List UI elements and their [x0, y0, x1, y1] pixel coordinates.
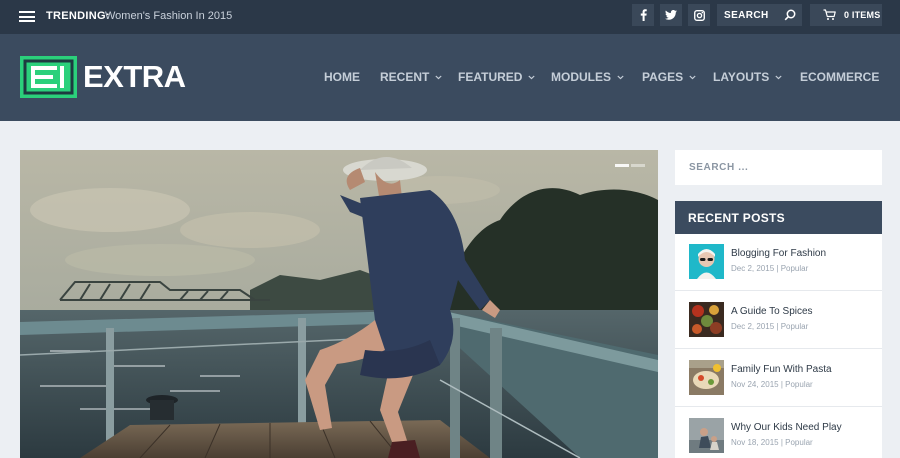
cart-label: 0 ITEMS [844, 10, 881, 20]
site-header: EXTRA HOME RECENT FEATURED MODULES PAGES… [0, 34, 900, 121]
nav-ecommerce[interactable]: ECOMMERCE [800, 70, 879, 84]
meta-separator: | [780, 380, 783, 389]
post-category[interactable]: Popular [785, 380, 813, 389]
chevron-down-icon [775, 75, 782, 79]
nav-pages[interactable]: PAGES [642, 70, 696, 84]
nav-label: PAGES [642, 70, 684, 84]
logo-mark-icon [20, 56, 77, 98]
nav-label: FEATURED [458, 70, 523, 84]
slider-pagination [615, 164, 645, 167]
post-title[interactable]: A Guide To Spices [731, 306, 813, 317]
post-title[interactable]: Why Our Kids Need Play [731, 422, 842, 433]
nav-label: LAYOUTS [713, 70, 770, 84]
post-thumbnail[interactable] [689, 418, 724, 453]
nav-label: ECOMMERCE [800, 70, 880, 84]
post-meta: Nov 18, 2015 | Popular [731, 438, 813, 447]
post-date: Dec 2, 2015 [731, 322, 775, 331]
featured-slider[interactable] [20, 150, 658, 458]
post-title[interactable]: Family Fun With Pasta [731, 364, 832, 375]
post-category[interactable]: Popular [781, 264, 809, 273]
trending-link[interactable]: Women's Fashion In 2015 [105, 10, 232, 22]
instagram-icon[interactable] [688, 4, 710, 26]
trending-label: TRENDING: [46, 10, 110, 22]
menu-icon[interactable] [19, 11, 35, 22]
sidebar-search-input[interactable] [675, 150, 882, 185]
recent-post-item: Why Our Kids Need Play Nov 18, 2015 | Po… [675, 408, 882, 458]
search-icon[interactable] [784, 9, 796, 21]
nav-modules[interactable]: MODULES [551, 70, 624, 84]
facebook-icon[interactable] [632, 4, 654, 26]
post-date: Nov 18, 2015 [731, 438, 779, 447]
chevron-down-icon [435, 75, 442, 79]
meta-separator: | [776, 264, 779, 273]
nav-label: HOME [324, 70, 360, 84]
logo-text: EXTRA [83, 59, 186, 94]
nav-featured[interactable]: FEATURED [458, 70, 536, 84]
featured-post-image[interactable] [20, 150, 658, 458]
nav-recent[interactable]: RECENT [380, 70, 442, 84]
cart-icon [823, 9, 836, 20]
post-meta: Dec 2, 2015 | Popular [731, 322, 808, 331]
post-category[interactable]: Popular [785, 438, 813, 447]
top-bar: TRENDING: Women's Fashion In 2015 0 ITEM… [0, 0, 900, 34]
nav-label: RECENT [380, 70, 430, 84]
twitter-icon[interactable] [660, 4, 682, 26]
meta-separator: | [776, 322, 779, 331]
post-category[interactable]: Popular [781, 322, 809, 331]
post-meta: Nov 24, 2015 | Popular [731, 380, 813, 389]
recent-post-item: A Guide To Spices Dec 2, 2015 | Popular [675, 292, 882, 349]
post-thumbnail[interactable] [689, 302, 724, 337]
post-meta: Dec 2, 2015 | Popular [731, 264, 808, 273]
site-logo[interactable]: EXTRA [20, 56, 186, 98]
recent-posts-widget: RECENT POSTS Blogging For Fashion Dec 2,… [675, 201, 882, 458]
post-thumbnail[interactable] [689, 360, 724, 395]
post-date: Dec 2, 2015 [731, 264, 775, 273]
slider-dot-active[interactable] [615, 164, 629, 167]
top-search-input[interactable] [717, 4, 783, 26]
recent-post-item: Family Fun With Pasta Nov 24, 2015 | Pop… [675, 350, 882, 407]
recent-posts-title: RECENT POSTS [675, 201, 882, 234]
recent-post-item: Blogging For Fashion Dec 2, 2015 | Popul… [675, 234, 882, 291]
cart-button[interactable]: 0 ITEMS [810, 4, 882, 26]
nav-home[interactable]: HOME [324, 70, 360, 84]
slider-dot[interactable] [631, 164, 645, 167]
chevron-down-icon [689, 75, 696, 79]
post-title[interactable]: Blogging For Fashion [731, 248, 826, 259]
chevron-down-icon [528, 75, 536, 79]
sidebar-search[interactable] [675, 150, 882, 185]
post-thumbnail[interactable] [689, 244, 724, 279]
nav-label: MODULES [551, 70, 611, 84]
top-search[interactable] [717, 4, 802, 26]
meta-separator: | [780, 438, 783, 447]
post-date: Nov 24, 2015 [731, 380, 779, 389]
chevron-down-icon [617, 75, 624, 79]
nav-layouts[interactable]: LAYOUTS [713, 70, 782, 84]
